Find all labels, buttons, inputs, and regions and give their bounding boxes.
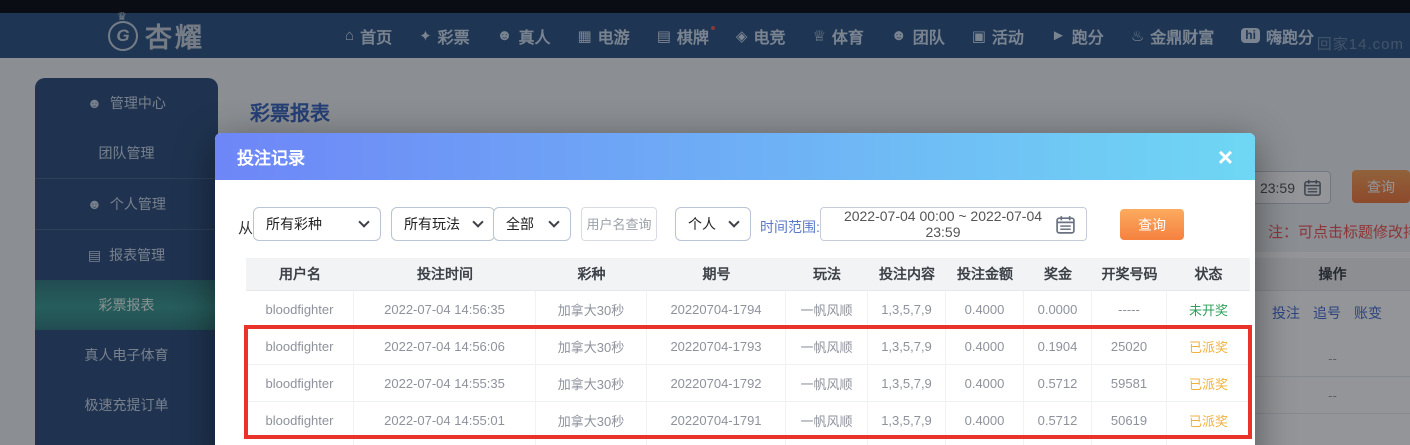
- column-header[interactable]: 开奖号码: [1092, 258, 1167, 290]
- status-badge: 未开奖: [1188, 302, 1228, 318]
- table-cell: [354, 439, 536, 445]
- table-row: [246, 439, 1250, 445]
- column-header[interactable]: 投注金额: [946, 258, 1024, 290]
- table-cell: 加拿大30秒: [536, 328, 647, 364]
- table-cell: [647, 439, 786, 445]
- column-header[interactable]: 彩种: [536, 258, 647, 290]
- table-cell: 加拿大30秒: [536, 365, 647, 401]
- table-cell: [1024, 439, 1092, 445]
- time-range-label: 时间范围:: [760, 219, 820, 235]
- chevron-down-icon: [548, 216, 560, 228]
- table-cell: 0.4000: [946, 365, 1024, 401]
- modal-title: 投注记录: [237, 149, 305, 168]
- table-cell: 0.4000: [946, 402, 1024, 438]
- table-cell: 一帆风顺: [786, 291, 868, 327]
- person-select[interactable]: 个人: [675, 207, 751, 241]
- scope-select[interactable]: 全部: [493, 207, 571, 241]
- table-row: bloodfighter 2022-07-04 14:56:35 加拿大30秒 202…: [246, 291, 1250, 328]
- table-cell: [1167, 439, 1250, 445]
- column-header[interactable]: 投注时间: [354, 258, 536, 290]
- table-cell: 加拿大30秒: [536, 291, 647, 327]
- from-label: 从: [238, 220, 254, 237]
- table-cell: 50619: [1092, 402, 1167, 438]
- table-cell: 1,3,5,7,9: [868, 402, 946, 438]
- table-cell: 0.5712: [1024, 402, 1092, 438]
- modal-header: 投注记录 ×: [215, 133, 1255, 180]
- table-cell: 加拿大30秒: [536, 402, 647, 438]
- bet-records-table: 用户名 投注时间 彩种 期号 玩法 投注内容 投注金额 奖金 开奖号码 状态 bloodfighte…: [246, 258, 1250, 445]
- table-cell: 2022-07-04 14:55:35: [354, 365, 536, 401]
- table-cell: [868, 439, 946, 445]
- table-cell: 1,3,5,7,9: [868, 365, 946, 401]
- table-cell: 0.4000: [946, 328, 1024, 364]
- table-cell: 59581: [1092, 365, 1167, 401]
- column-header[interactable]: 奖金: [1024, 258, 1092, 290]
- table-cell: [946, 439, 1024, 445]
- table-header-row: 用户名 投注时间 彩种 期号 玩法 投注内容 投注金额 奖金 开奖号码 状态: [246, 258, 1250, 291]
- table-cell: 25020: [1092, 328, 1167, 364]
- column-header[interactable]: 玩法: [786, 258, 868, 290]
- table-cell: 0.4000: [946, 291, 1024, 327]
- table-cell: 0.0000: [1024, 291, 1092, 327]
- column-header[interactable]: 期号: [647, 258, 786, 290]
- close-icon[interactable]: ×: [1218, 144, 1233, 170]
- status-badge: 已派奖: [1188, 376, 1228, 392]
- bet-records-modal: 投注记录 × 从 所有彩种 所有玩法 全部 个人 时间范围: 2022-07-0…: [215, 133, 1255, 445]
- table-cell: 20220704-1793: [647, 328, 786, 364]
- lottery-type-select[interactable]: 所有彩种: [253, 207, 381, 241]
- table-cell: [786, 439, 868, 445]
- status-badge: 已派奖: [1188, 339, 1228, 355]
- column-header[interactable]: 用户名: [246, 258, 354, 290]
- username-search-input[interactable]: [581, 207, 657, 241]
- search-button[interactable]: 查询: [1120, 209, 1184, 240]
- table-row: bloodfighter 2022-07-04 14:56:06 加拿大30秒 202…: [246, 328, 1250, 365]
- column-header[interactable]: 状态: [1167, 258, 1250, 290]
- table-cell: 0.1904: [1024, 328, 1092, 364]
- table-cell: bloodfighter: [246, 365, 354, 401]
- status-badge: 已派奖: [1188, 413, 1228, 429]
- table-cell: 0.5712: [1024, 365, 1092, 401]
- table-cell: 1,3,5,7,9: [868, 291, 946, 327]
- table-row: bloodfighter 2022-07-04 14:55:01 加拿大30秒 202…: [246, 402, 1250, 439]
- table-cell: 20220704-1794: [647, 291, 786, 327]
- table-cell: [1092, 439, 1167, 445]
- table-cell: 20220704-1792: [647, 365, 786, 401]
- table-cell: 2022-07-04 14:55:01: [354, 402, 536, 438]
- table-cell: bloodfighter: [246, 328, 354, 364]
- table-cell: 2022-07-04 14:56:35: [354, 291, 536, 327]
- calendar-icon: [1056, 215, 1075, 234]
- table-row: bloodfighter 2022-07-04 14:55:35 加拿大30秒 202…: [246, 365, 1250, 402]
- chevron-down-icon: [358, 216, 370, 228]
- table-cell: 一帆风顺: [786, 328, 868, 364]
- table-cell: bloodfighter: [246, 402, 354, 438]
- play-method-select[interactable]: 所有玩法: [391, 207, 495, 241]
- table-cell: 20220704-1791: [647, 402, 786, 438]
- date-range-input[interactable]: 2022-07-04 00:00 ~ 2022-07-04 23:59: [820, 207, 1087, 241]
- column-header[interactable]: 投注内容: [868, 258, 946, 290]
- chevron-down-icon: [472, 216, 484, 228]
- table-cell: [246, 439, 354, 445]
- table-cell: 一帆风顺: [786, 365, 868, 401]
- table-cell: 2022-07-04 14:56:06: [354, 328, 536, 364]
- table-cell: 一帆风顺: [786, 402, 868, 438]
- table-cell: [536, 439, 647, 445]
- table-cell: bloodfighter: [246, 291, 354, 327]
- table-cell: 1,3,5,7,9: [868, 328, 946, 364]
- chevron-down-icon: [728, 216, 740, 228]
- table-cell: -----: [1092, 291, 1167, 327]
